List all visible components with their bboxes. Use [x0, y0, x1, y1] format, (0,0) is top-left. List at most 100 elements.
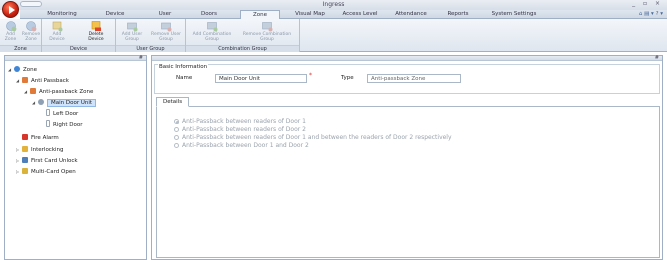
tree-item-label: Fire Alarm: [31, 135, 59, 141]
remove-zone-label-2: Zone: [25, 37, 37, 42]
add-user-group-label-2: Group: [125, 37, 139, 42]
tree-item-label: First Card Unlock: [31, 158, 78, 164]
tree-item-multi-card-open[interactable]: ▷ Multi-Card Open: [16, 167, 76, 176]
name-field[interactable]: Main Door Unit: [215, 74, 307, 83]
remove-combination-group-icon: [262, 22, 273, 32]
group-label-zone: Zone: [0, 45, 41, 52]
tree-item-label: Interlocking: [31, 147, 64, 153]
window-controls[interactable]: _ ▫ ×: [632, 0, 663, 7]
detail-panel-header: #: [152, 55, 662, 61]
pin-icon[interactable]: #: [139, 55, 143, 61]
fire-alarm-icon: [22, 134, 28, 140]
tree-item-label: Multi-Card Open: [31, 169, 76, 175]
delete-device-button[interactable]: Delete Device: [82, 20, 110, 44]
add-device-icon: [52, 21, 63, 32]
option-between-doors-radio[interactable]: Anti-Passback between Door 1 and Door 2: [174, 142, 309, 149]
remove-user-group-button[interactable]: Remove User Group: [148, 20, 184, 44]
tab-access-level[interactable]: Access Level: [338, 10, 382, 19]
name-label: Name: [176, 75, 193, 81]
add-combination-group-label-2: Group: [205, 37, 219, 42]
tab-visual-map[interactable]: Visual Map: [290, 10, 330, 19]
tree-item-label: Right Door: [53, 122, 83, 128]
add-device-label-2: Device: [49, 37, 65, 42]
tree-item-label: Main Door Unit: [47, 99, 97, 107]
tree-item-interlocking[interactable]: ▷ Interlocking: [16, 145, 64, 154]
tree-item-right-door[interactable]: Right Door: [46, 120, 82, 129]
cards-icon: [22, 168, 28, 174]
door-icon: [46, 120, 50, 127]
delete-device-label-2: Device: [88, 37, 104, 42]
remove-combination-group-button[interactable]: Remove Combination Group: [238, 20, 296, 44]
ribbon: Add Zone Remove Zone Zone Add Device Del…: [0, 19, 667, 52]
pin-icon[interactable]: #: [655, 55, 659, 61]
door-unit-icon: [38, 99, 44, 105]
add-zone-label-2: Zone: [4, 37, 17, 42]
option-label: Anti-Passback between readers of Door 1: [182, 118, 306, 125]
tab-details[interactable]: Details: [156, 97, 190, 107]
lock-icon: [22, 146, 28, 152]
play-icon: [9, 6, 15, 14]
tab-system-settings[interactable]: System Settings: [486, 10, 542, 19]
option-door1-radio[interactable]: Anti-Passback between readers of Door 1: [174, 118, 306, 125]
tree-item-label: Anti Passback: [31, 78, 69, 84]
ribbon-group-user-group: Add User Group Remove User Group User Gr…: [116, 19, 186, 52]
add-zone-icon: [5, 21, 16, 32]
option-door1-and-door2-respectively-radio[interactable]: Anti-Passback between readers of Door 1 …: [174, 134, 452, 141]
delete-device-icon: [91, 21, 101, 31]
remove-user-group-label-2: Group: [159, 37, 173, 42]
option-label: Anti-Passback between Door 1 and Door 2: [182, 142, 309, 149]
tab-reports[interactable]: Reports: [440, 10, 476, 19]
option-label: Anti-Passback between readers of Door 2: [182, 126, 306, 133]
add-combination-group-icon: [207, 22, 218, 32]
shield-icon: [22, 77, 28, 83]
tab-attendance[interactable]: Attendance: [388, 10, 434, 19]
tab-doors[interactable]: Doors: [194, 10, 224, 19]
group-label-combination-group: Combination Group: [186, 45, 299, 52]
option-door2-radio[interactable]: Anti-Passback between readers of Door 2: [174, 126, 306, 133]
shield-icon: [30, 88, 36, 94]
tree-item-fire-alarm[interactable]: Fire Alarm: [22, 134, 59, 143]
tree-item-main-door-unit[interactable]: ◢ Main Door Unit: [32, 98, 97, 107]
type-label: Type: [341, 75, 354, 81]
ribbon-group-combination-group: Add Combination Group Remove Combination…: [186, 19, 300, 52]
tree-item-first-card-unlock[interactable]: ▷ First Card Unlock: [16, 156, 78, 165]
tab-monitoring[interactable]: Monitoring: [38, 10, 86, 19]
tab-device[interactable]: Device: [100, 10, 130, 19]
tab-user[interactable]: User: [150, 10, 180, 19]
radio-icon: [174, 126, 179, 132]
tree-item-zone[interactable]: ◢ Zone: [8, 65, 37, 74]
zone-detail-panel: # Basic Information Name Main Door Unit …: [151, 55, 663, 260]
add-combination-group-button[interactable]: Add Combination Group: [188, 20, 236, 44]
group-label-user-group: User Group: [116, 45, 185, 52]
help-controls[interactable]: ⌂ ▤ ▾ ? ▾: [639, 10, 663, 19]
ribbon-tabs: Monitoring Device User Doors Zone Visual…: [20, 10, 667, 20]
details-pane: Anti-Passback between readers of Door 1 …: [156, 106, 660, 258]
ribbon-group-zone: Add Zone Remove Zone Zone: [0, 19, 42, 52]
tree-item-anti-passback-zone[interactable]: ◢ Anti-passback Zone: [24, 87, 93, 96]
add-user-group-icon: [127, 22, 138, 32]
ribbon-group-device: Add Device Delete Device Device: [42, 19, 116, 52]
tree-item-label: Zone: [23, 67, 38, 73]
remove-zone-icon: [26, 21, 37, 32]
remove-user-group-icon: [161, 22, 172, 32]
remove-zone-button[interactable]: Remove Zone: [21, 20, 41, 44]
type-field: Anti-passback Zone: [367, 74, 461, 83]
required-mark: *: [309, 72, 312, 79]
app-title: Ingress: [322, 1, 345, 8]
option-label: Anti-Passback between readers of Door 1 …: [182, 134, 452, 141]
tree-item-anti-passback[interactable]: ◢ Anti Passback: [16, 76, 69, 85]
tree-item-left-door[interactable]: Left Door: [46, 109, 78, 118]
zone-tree-panel: # ◢ Zone ◢ Anti Passback ◢ Anti-passback Zo…: [4, 55, 147, 260]
tree-panel-header: #: [5, 55, 146, 61]
app-menu-button[interactable]: [2, 1, 19, 18]
add-user-group-button[interactable]: Add User Group: [118, 20, 146, 44]
remove-combination-group-label-2: Group: [260, 37, 274, 42]
basic-information-title: Basic Information: [158, 64, 209, 70]
radio-icon: [174, 142, 179, 148]
basic-information-group: Basic Information Name Main Door Unit * …: [154, 64, 660, 94]
add-device-button[interactable]: Add Device: [46, 20, 68, 44]
tree-item-label: Anti-passback Zone: [39, 89, 94, 95]
add-zone-button[interactable]: Add Zone: [1, 20, 20, 44]
card-icon: [22, 157, 28, 163]
radio-selected-icon: [174, 118, 179, 124]
